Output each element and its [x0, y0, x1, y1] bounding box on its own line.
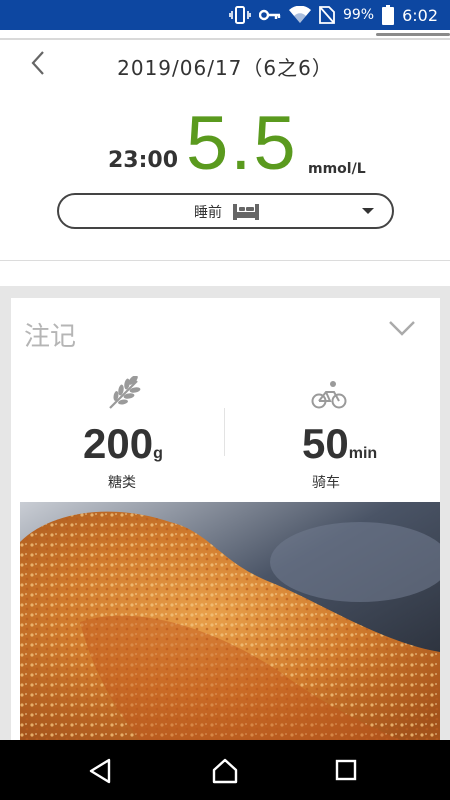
- system-nav-bar: [0, 740, 450, 800]
- reading-card: 2019/06/17（6之6） 23:00 5.5 mmol/L 睡前: [0, 30, 450, 260]
- scroll-indicator: [376, 33, 450, 36]
- notes-title: 注记: [24, 322, 77, 352]
- stat-divider: [224, 408, 225, 456]
- notes-card: 注记 200g 50min 糖类 骑车: [11, 298, 440, 740]
- vibrate-icon: [229, 6, 251, 24]
- glucose-value[interactable]: 5.5: [186, 100, 298, 187]
- carbs-unit: g: [153, 445, 163, 462]
- chevron-down-icon: [388, 321, 416, 340]
- battery-icon: [382, 5, 395, 25]
- carbs-value[interactable]: 200g: [83, 420, 163, 468]
- page-title: 2019/06/17（6之6）: [117, 56, 333, 80]
- dropdown-arrow-icon: [362, 208, 374, 214]
- wheat-icon: [107, 375, 143, 414]
- section-spacer: [0, 260, 450, 286]
- exercise-label: 骑车: [312, 475, 340, 491]
- status-bar: 99% 6:02: [0, 0, 450, 30]
- status-time: 6:02: [402, 5, 438, 25]
- meal-time-label: 睡前: [194, 205, 222, 221]
- glucose-unit: mmol/L: [308, 161, 366, 177]
- bicycle-icon: [311, 380, 347, 414]
- exercise-value[interactable]: 50min: [302, 420, 377, 468]
- exercise-unit: min: [348, 445, 378, 462]
- carbs-amount: 200: [83, 420, 154, 467]
- top-divider: [0, 38, 450, 40]
- collapse-button[interactable]: [388, 320, 416, 340]
- status-icons: 99% 6:02: [229, 0, 438, 30]
- back-nav-icon[interactable]: [88, 758, 112, 788]
- fried-chicken-photo[interactable]: [20, 502, 440, 740]
- bed-icon: [232, 204, 260, 226]
- home-nav-icon[interactable]: [212, 758, 238, 788]
- reading-time[interactable]: 23:00: [108, 148, 178, 173]
- recent-apps-icon[interactable]: [334, 758, 358, 786]
- key-icon: [258, 8, 281, 22]
- no-sim-icon: [319, 6, 335, 24]
- meal-time-dropdown[interactable]: 睡前: [57, 193, 394, 229]
- carbs-label: 糖类: [108, 475, 136, 491]
- battery-percent: 99%: [342, 7, 375, 23]
- wifi-icon: [288, 6, 311, 24]
- exercise-amount: 50: [302, 420, 349, 467]
